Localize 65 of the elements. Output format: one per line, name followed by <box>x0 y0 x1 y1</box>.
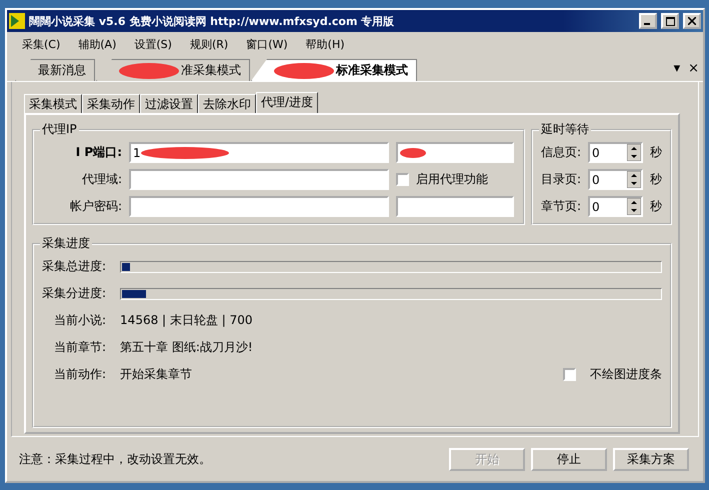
page-tab[interactable]: 过滤设置 <box>140 94 198 113</box>
field-label: I P端口: <box>74 144 122 161</box>
field-value: 0 <box>592 200 600 214</box>
action-button[interactable]: 采集方案 <box>613 448 689 470</box>
page-tab[interactable]: 代理/进度 <box>256 92 318 113</box>
checkbox-label: 不绘图进度条 <box>590 366 662 383</box>
menu-item[interactable]: 规则(R) <box>180 36 238 52</box>
page-tab[interactable]: 采集模式 <box>24 94 82 113</box>
spinner-arrows-icon[interactable] <box>627 171 641 188</box>
number-field[interactable]: 0 <box>588 142 643 163</box>
unit-label: 秒 <box>650 198 662 215</box>
field-label: 目录页: <box>540 171 581 188</box>
field-label: 章节页: <box>540 198 581 215</box>
status-text: 开始采集章节 <box>120 366 192 383</box>
field-label: 帐户密码: <box>68 198 122 215</box>
field-value: 1 <box>133 146 141 160</box>
close-button[interactable] <box>683 13 701 29</box>
account-field[interactable] <box>129 196 389 217</box>
menu-item[interactable]: 采集(C) <box>13 36 70 52</box>
spinner-arrows-icon[interactable] <box>627 144 641 161</box>
window-title: 闊闊小说采集 v5.6 免费小说阅读网 http://www.mfxsyd.com 专用版 <box>29 14 396 28</box>
checkbox[interactable] <box>396 173 409 186</box>
port-field[interactable] <box>396 142 514 163</box>
status-text: 14568 | 末日轮盘 | 700 <box>120 312 252 329</box>
group-title: 代理IP <box>41 121 78 138</box>
maximize-icon <box>666 16 674 26</box>
unit-label: 秒 <box>650 171 662 188</box>
domain-field[interactable] <box>129 169 389 190</box>
document-tab[interactable]: 准采集模式 <box>96 59 250 81</box>
menu-item[interactable]: 辅助(A) <box>69 36 126 52</box>
checkbox-label: 启用代理功能 <box>416 171 488 188</box>
close-icon <box>688 17 696 25</box>
minimize-button[interactable] <box>639 13 657 29</box>
app-icon <box>9 13 25 29</box>
page-tab[interactable]: 去除水印 <box>198 94 256 113</box>
maximize-button[interactable] <box>661 13 679 29</box>
dropdown-arrow[interactable]: ▾ <box>670 61 684 76</box>
field-value: 0 <box>592 172 600 186</box>
password-field[interactable] <box>396 196 514 217</box>
menu-item[interactable]: 设置(S) <box>125 36 181 52</box>
close-tab-button[interactable]: × <box>684 61 703 76</box>
number-field[interactable]: 0 <box>588 169 643 190</box>
document-tab[interactable]: 最新消息 <box>15 59 95 81</box>
notice-text: 注意：采集过程中，改动设置无效。 <box>19 450 212 468</box>
field-label: 采集分进度: <box>42 285 106 302</box>
spinner-arrows-icon[interactable] <box>627 198 641 215</box>
ip-field[interactable]: 1 <box>129 142 389 163</box>
page-tab[interactable]: 采集动作 <box>82 94 140 113</box>
document-tab[interactable]: 标准采集模式 <box>251 59 417 81</box>
number-field[interactable]: 0 <box>588 196 643 217</box>
action-button[interactable]: 停止 <box>531 448 607 470</box>
field-label: 采集总进度: <box>42 258 106 275</box>
field-label: 当前动作: <box>54 366 106 383</box>
field-value: 0 <box>592 146 600 160</box>
group-title: 延时等待 <box>540 121 590 138</box>
menu-item[interactable]: 帮助(H) <box>296 36 354 52</box>
field-label: 当前章节: <box>54 339 106 356</box>
field-label: 当前小说: <box>54 312 106 329</box>
field-label: 信息页: <box>540 144 581 161</box>
group-title: 采集进度 <box>41 235 91 252</box>
status-text: 第五十章 图纸:战刀月沙! <box>120 339 253 356</box>
menu-item[interactable]: 窗口(W) <box>237 36 297 52</box>
unit-label: 秒 <box>650 144 662 161</box>
checkbox[interactable] <box>563 368 576 381</box>
field-label: 代理域: <box>80 171 122 188</box>
